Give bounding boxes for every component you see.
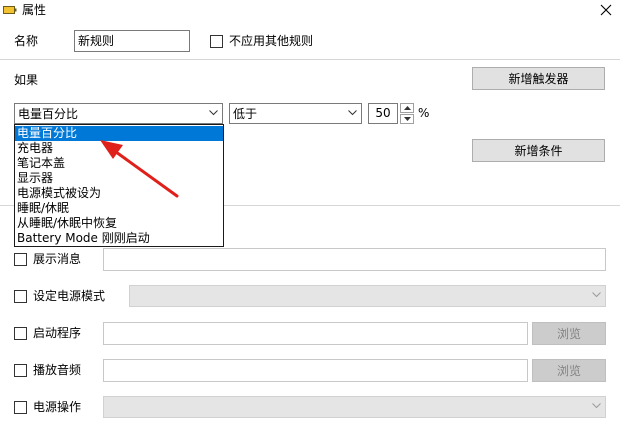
dropdown-option[interactable]: 电量百分比 [15,126,223,141]
dropdown-option[interactable]: 电源模式被设为 [15,186,223,201]
browse-audio-button[interactable]: 浏览 [532,359,606,382]
chevron-down-icon [348,109,357,115]
show-message-checkbox[interactable] [14,253,27,266]
start-program-label: 启动程序 [33,326,82,340]
add-trigger-button[interactable]: 新增触发器 [472,67,605,90]
browse-program-button[interactable]: 浏览 [532,322,606,345]
name-label: 名称 [14,34,39,48]
chevron-down-icon [592,403,601,409]
separator-top [0,59,620,60]
name-input[interactable]: 新规则 [74,30,190,52]
set-power-mode-checkbox[interactable] [14,290,27,303]
caret-down-icon [403,117,411,121]
show-message-input[interactable] [103,248,606,271]
trigger-select[interactable]: 电量百分比 [14,103,223,124]
title-bar: 属性 [0,0,620,22]
set-power-mode-label: 设定电源模式 [33,289,106,303]
power-action-select[interactable] [103,396,606,418]
power-action-checkbox[interactable] [14,401,27,414]
exclusive-label: 不应用其他规则 [229,34,314,48]
add-condition-button[interactable]: 新增条件 [472,139,605,162]
start-program-checkbox[interactable] [14,327,27,340]
exclusive-checkbox[interactable] [210,35,223,48]
power-action-label: 电源操作 [33,400,82,414]
comparison-select[interactable]: 低于 [229,103,362,124]
close-icon[interactable] [600,4,612,16]
dropdown-option[interactable]: 充电器 [15,141,223,156]
play-audio-label: 播放音频 [33,363,82,377]
spin-up-button[interactable] [400,103,414,113]
chevron-down-icon [592,292,601,298]
dropdown-option[interactable]: 显示器 [15,171,223,186]
audio-path-input[interactable] [103,359,528,382]
comparison-select-value: 低于 [233,107,258,121]
trigger-dropdown-list: 电量百分比 充电器 笔记本盖 显示器 电源模式被设为 睡眠/休眠 从睡眠/休眠中… [14,124,224,247]
battery-icon [3,6,17,14]
program-path-input[interactable] [103,322,528,345]
threshold-input[interactable]: 50 [368,103,398,124]
spin-down-button[interactable] [400,114,414,124]
dropdown-option[interactable]: 笔记本盖 [15,156,223,171]
percent-unit: % [418,106,430,120]
dropdown-option[interactable]: 从睡眠/休眠中恢复 [15,216,223,231]
dropdown-option[interactable]: Battery Mode 刚刚启动 [15,231,223,246]
play-audio-checkbox[interactable] [14,364,27,377]
chevron-down-icon [209,109,218,115]
if-label: 如果 [14,73,39,87]
power-mode-select[interactable] [129,285,606,307]
dropdown-option[interactable]: 睡眠/休眠 [15,201,223,216]
trigger-select-value: 电量百分比 [18,107,79,121]
window-title: 属性 [22,3,47,17]
caret-up-icon [403,106,411,110]
show-message-label: 展示消息 [33,252,82,266]
